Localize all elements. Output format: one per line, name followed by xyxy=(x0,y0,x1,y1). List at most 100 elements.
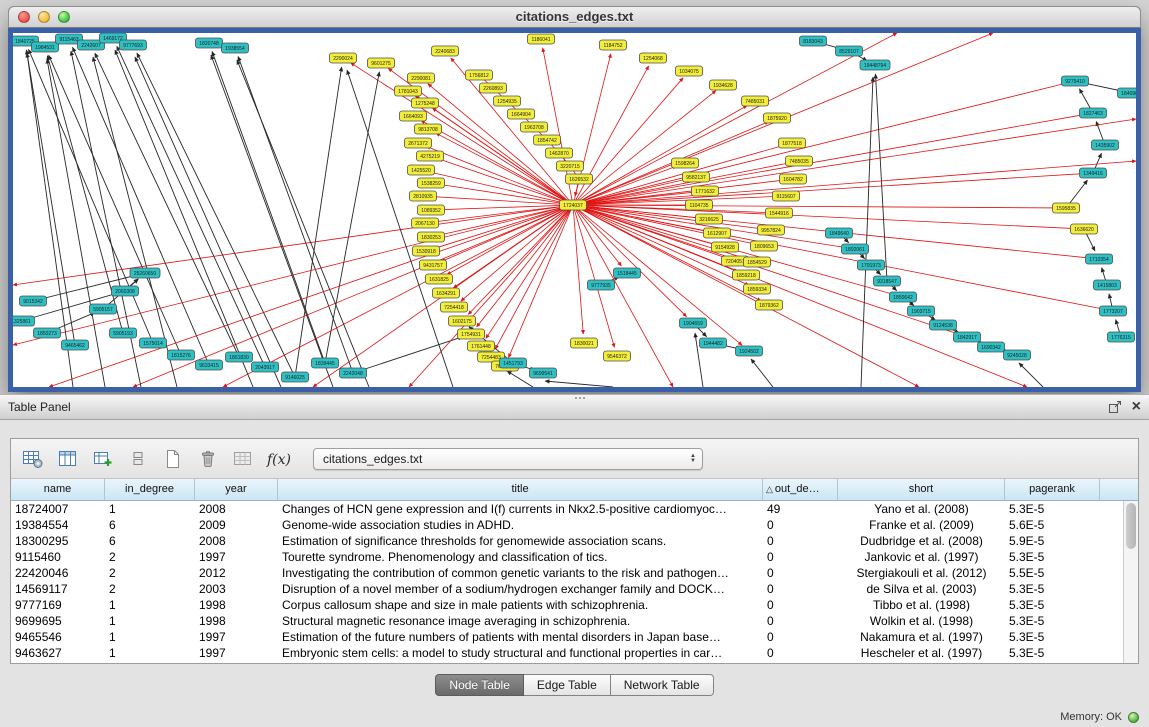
graph-node[interactable]: 1776315 xyxy=(1108,332,1135,342)
delete-icon[interactable] xyxy=(194,446,222,472)
graph-node[interactable]: 1724037 xyxy=(560,200,587,210)
graph-node[interactable]: 1781043 xyxy=(395,86,422,96)
tab-node-table[interactable]: Node Table xyxy=(435,674,524,696)
graph-node[interactable]: 1879362 xyxy=(756,300,783,310)
memory-status-indicator[interactable] xyxy=(1128,712,1139,723)
graph-node[interactable]: 9957824 xyxy=(758,225,785,235)
table-columns-icon[interactable] xyxy=(54,446,82,472)
zoom-window-button[interactable] xyxy=(58,11,70,23)
vertical-scrollbar[interactable] xyxy=(1123,501,1138,663)
column-header-name[interactable]: name xyxy=(11,479,105,501)
graph-node[interactable]: 1830021 xyxy=(571,338,598,348)
graph-node[interactable]: 1924502 xyxy=(736,346,763,356)
table-row[interactable]: 946362711997Embryonic stem cells: a mode… xyxy=(11,645,1138,661)
graph-node[interactable]: 7254418 xyxy=(441,302,468,312)
table-row[interactable]: 946554611997Estimation of the future num… xyxy=(11,629,1138,645)
graph-node[interactable]: 1544916 xyxy=(766,208,793,218)
graph-node[interactable]: 1854742 xyxy=(534,135,561,145)
graph-node[interactable]: 1254068 xyxy=(640,53,667,63)
column-header-year[interactable]: year xyxy=(195,479,278,501)
graph-node[interactable]: 1904659 xyxy=(680,318,707,328)
panel-splitter-handle[interactable] xyxy=(575,397,577,399)
graph-node[interactable]: 1602175 xyxy=(449,316,476,326)
graph-node[interactable]: 25260650 xyxy=(130,268,160,278)
graph-node[interactable]: 9465462 xyxy=(62,340,89,350)
graph-node[interactable]: 8183043 xyxy=(800,36,827,46)
graph-node[interactable]: 1184752 xyxy=(600,40,627,50)
graph-node[interactable]: 2060308 xyxy=(112,286,139,296)
graph-node[interactable]: 9813708 xyxy=(415,124,442,134)
graph-node[interactable]: 9777935 xyxy=(588,280,615,290)
table-row[interactable]: 1456911722003Disruption of a novel membe… xyxy=(11,581,1138,597)
graph-node[interactable]: 9582137 xyxy=(683,172,710,182)
float-panel-icon[interactable] xyxy=(1108,400,1122,414)
graph-node[interactable]: 1861830 xyxy=(226,352,253,362)
graph-node[interactable]: 1089352 xyxy=(418,205,445,215)
citation-network-graph[interactable]: 1724037229008117810431275248166409398137… xyxy=(13,33,1136,387)
graph-node[interactable]: 9146025 xyxy=(282,372,309,382)
graph-node[interactable]: 1530918 xyxy=(413,246,440,256)
graph-node[interactable]: 9601275 xyxy=(368,58,395,68)
graph-node[interactable]: 9431757 xyxy=(420,260,447,270)
graph-node[interactable]: 1425520 xyxy=(408,165,435,175)
graph-node[interactable]: 9699541 xyxy=(530,368,557,378)
graph-node[interactable]: 9115607 xyxy=(773,191,800,201)
graph-node[interactable]: 1892061 xyxy=(842,244,869,254)
table-disabled-icon[interactable] xyxy=(229,446,257,472)
graph-node[interactable]: 8529107 xyxy=(836,46,863,56)
table-import-icon[interactable] xyxy=(89,446,117,472)
graph-node[interactable]: 1830253 xyxy=(418,232,445,242)
graph-node[interactable]: 1773207 xyxy=(1100,306,1127,316)
graph-node[interactable]: 1771632 xyxy=(692,186,719,196)
graph-node[interactable]: 1859334 xyxy=(744,284,771,294)
new-document-icon[interactable] xyxy=(159,446,187,472)
graph-node[interactable]: 2290024 xyxy=(330,53,357,63)
table-row[interactable]: 2242004622012Investigating the contribut… xyxy=(11,565,1138,581)
table-row[interactable]: 1872400712008Changes of HCN gene express… xyxy=(11,501,1138,517)
column-header-out_de[interactable]: △out_de… xyxy=(763,479,838,501)
graph-node[interactable]: 1462870 xyxy=(546,148,573,158)
graph-node[interactable]: 1104735 xyxy=(686,200,713,210)
graph-node[interactable]: 2067130 xyxy=(412,218,439,228)
column-header-title[interactable]: title xyxy=(278,479,763,501)
graph-node[interactable]: 2043917 xyxy=(252,362,279,372)
graph-node[interactable]: 3220715 xyxy=(557,161,584,171)
graph-node[interactable]: 1604782 xyxy=(780,174,807,184)
graph-node[interactable]: 1518445 xyxy=(614,268,641,278)
minimize-window-button[interactable] xyxy=(38,11,50,23)
table-settings-icon[interactable] xyxy=(19,446,47,472)
tab-edge-table[interactable]: Edge Table xyxy=(524,674,611,696)
graph-node[interactable]: 1325861 xyxy=(13,316,35,326)
window-titlebar[interactable]: citations_edges.txt xyxy=(8,6,1141,28)
graph-node[interactable]: 1875920 xyxy=(764,113,791,123)
graph-node[interactable]: 1842917 xyxy=(954,332,981,342)
graph-node[interactable]: 7485035 xyxy=(786,156,813,166)
graph-node[interactable]: 1761448 xyxy=(468,341,495,351)
graph-node[interactable]: 1664093 xyxy=(400,111,427,121)
graph-node[interactable]: 9777693 xyxy=(120,40,147,50)
table-row[interactable]: 911546021997Tourette syndrome. Phenomeno… xyxy=(11,549,1138,565)
graph-node[interactable]: 1435902 xyxy=(1092,140,1119,150)
table-row[interactable]: 969969511998Structural magnetic resonanc… xyxy=(11,613,1138,629)
scrollbar-thumb[interactable] xyxy=(1126,503,1136,549)
graph-node[interactable]: 1415803 xyxy=(1094,280,1121,290)
graph-node[interactable]: 2810935 xyxy=(410,191,437,201)
table-row[interactable]: 1938455462009Genome-wide association stu… xyxy=(11,517,1138,533)
graph-node[interactable]: 1809653 xyxy=(751,241,778,251)
graph-node[interactable]: 1839445 xyxy=(312,358,339,368)
column-header-in_degree[interactable]: in_degree xyxy=(105,479,195,501)
tab-network-table[interactable]: Network Table xyxy=(611,674,714,696)
function-builder-icon[interactable]: f(x) xyxy=(264,446,292,472)
graph-node[interactable]: 1854529 xyxy=(744,257,771,267)
graph-node[interactable]: 3216625 xyxy=(696,214,723,224)
graph-node[interactable]: 9245028 xyxy=(1004,350,1031,360)
table-row[interactable]: 1830029562008Estimation of significance … xyxy=(11,533,1138,549)
column-header-short[interactable]: short xyxy=(838,479,1005,501)
graph-node[interactable]: 1877518 xyxy=(779,138,806,148)
graph-node[interactable]: 9015342 xyxy=(20,296,47,306)
close-window-button[interactable] xyxy=(18,11,30,23)
graph-node[interactable]: 1934628 xyxy=(710,80,737,90)
graph-node[interactable]: 1034075 xyxy=(676,66,703,76)
graph-node[interactable]: 1538259 xyxy=(418,178,445,188)
graph-node[interactable]: 19448794 xyxy=(860,60,890,70)
